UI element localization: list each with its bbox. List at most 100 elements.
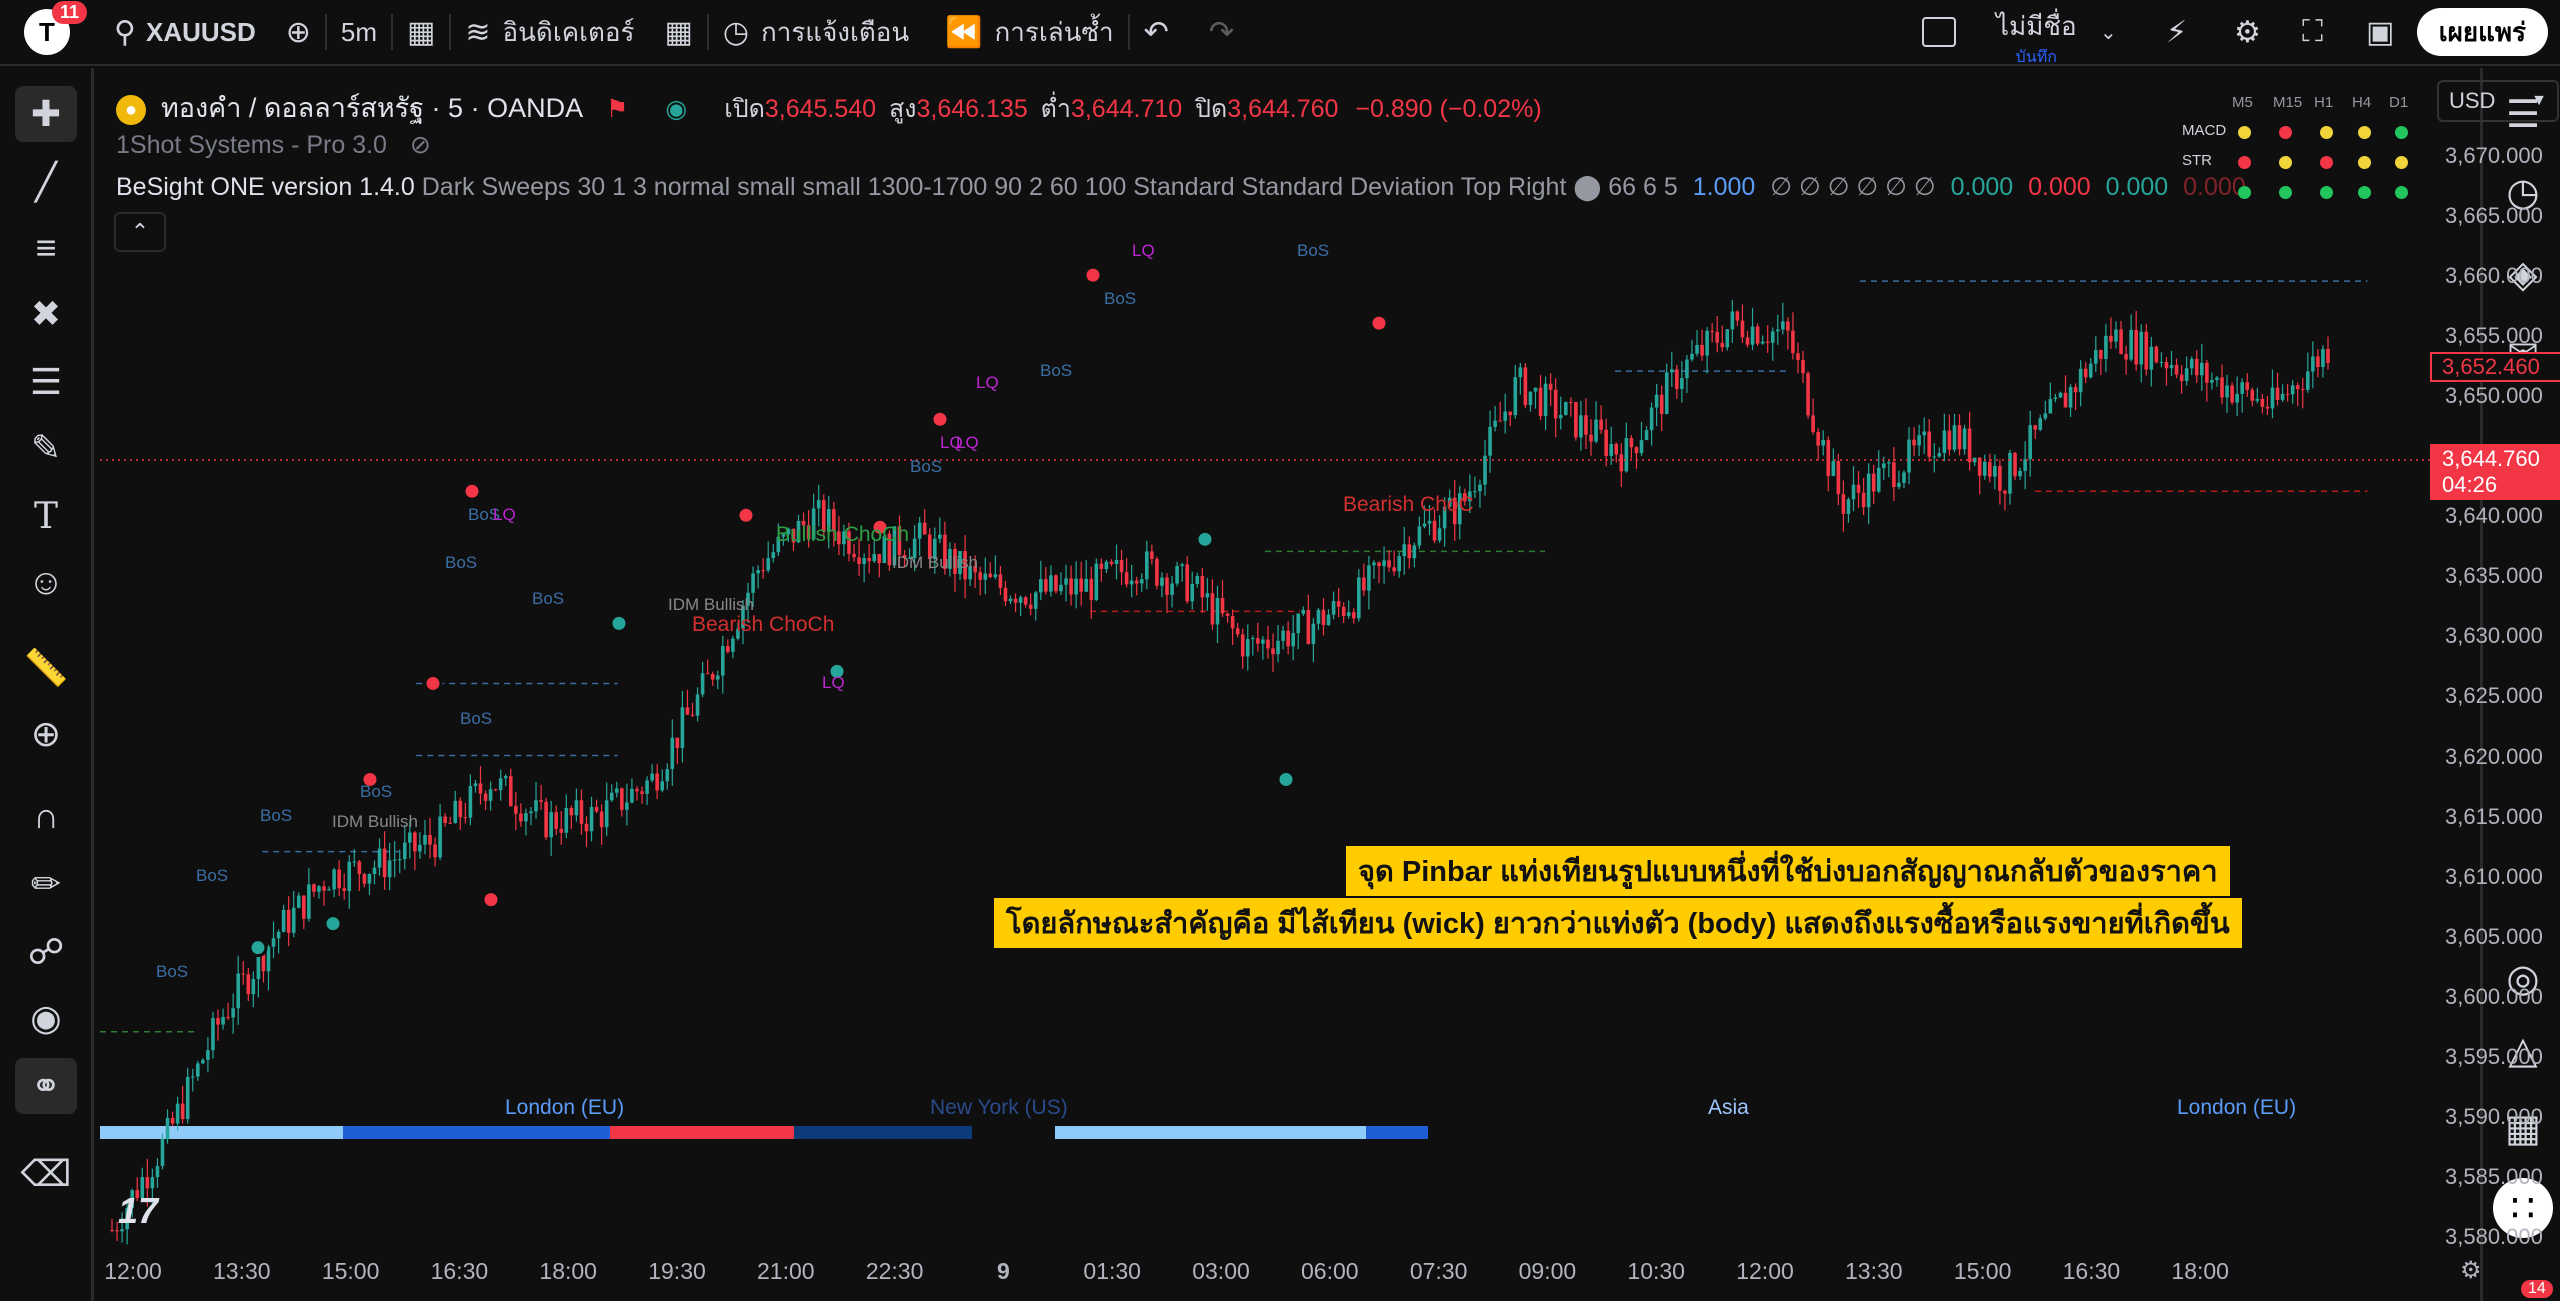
text-tool[interactable]: T	[15, 488, 77, 544]
crosshair-tool[interactable]: ✚	[15, 86, 77, 142]
candle-body	[1296, 613, 1301, 634]
candle-body	[322, 886, 326, 891]
text-icon: T	[33, 495, 58, 537]
main-menu-button[interactable]: T 11	[24, 1, 88, 55]
candle-body	[2088, 363, 2093, 378]
publish-button[interactable]: เผยแพร่	[2416, 8, 2548, 56]
candle-body	[408, 832, 412, 843]
candle-body	[1195, 575, 1200, 584]
chart-type-button[interactable]: ▦	[407, 0, 435, 65]
candle-body	[872, 554, 877, 562]
candle-body	[372, 867, 377, 874]
mtf-signal-dot	[2358, 126, 2371, 139]
candle-body	[1791, 330, 1795, 354]
candle-body	[2068, 387, 2073, 408]
candle-body	[397, 859, 402, 861]
currency-select[interactable]: USD ▼	[2437, 80, 2559, 122]
structure-label: BoS	[156, 961, 189, 981]
annotation-line-1[interactable]: จุด Pinbar แท่งเทียนรูปแบบหนึ่งที่ใช้บ่ง…	[1346, 846, 2230, 896]
session-bar	[1366, 1126, 1428, 1139]
buy-signal-dot	[609, 613, 629, 633]
alerts-button[interactable]: ◷ การแจ้งเตือน	[723, 0, 909, 65]
collapse-legend-button[interactable]: ⌃	[114, 212, 166, 252]
symbol-search[interactable]: ⚲ XAUUSD	[114, 0, 256, 65]
tradingview-logo: 17	[118, 1190, 159, 1231]
mtf-signal-dot	[2238, 186, 2251, 199]
mtf-signal-dot	[2279, 186, 2292, 199]
candle-body	[1493, 420, 1497, 427]
candle-body	[670, 737, 675, 770]
mtf-signal-dot	[2238, 126, 2251, 139]
templates-button[interactable]: ▦	[664, 0, 692, 65]
candle-body	[1039, 579, 1043, 593]
candle-body	[1816, 432, 1820, 446]
candle-body	[1205, 593, 1210, 598]
replay-button[interactable]: ⏪ การเล่นซ้ำ	[945, 0, 1114, 65]
session-bar	[794, 1126, 972, 1139]
lock-tool[interactable]: ☍	[15, 924, 77, 980]
remove-tool[interactable]: ⌫	[15, 1146, 77, 1202]
snapshot-button[interactable]: ▣	[2366, 0, 2394, 65]
annotation-line-2[interactable]: โดยลักษณะสำคัญคือ มีไส้เทียน (wick) ยาวก…	[994, 898, 2242, 948]
session-bar	[100, 1126, 343, 1139]
candle-body	[1114, 560, 1119, 565]
brush-tool[interactable]: ✎	[15, 420, 77, 476]
flag-icon[interactable]: ⚑	[606, 95, 628, 123]
candle-body	[1049, 575, 1053, 592]
candle-body	[726, 646, 730, 652]
candle-body	[1013, 598, 1018, 603]
settings-button[interactable]: ⚙	[2234, 0, 2261, 65]
redo-button[interactable]: ↷	[1209, 0, 1234, 65]
indicator-legend-1[interactable]: 1Shot Systems - Pro 3.0 ⊘	[116, 130, 431, 160]
candle-body	[2179, 374, 2184, 381]
forecast-tool[interactable]: ☰	[15, 354, 77, 410]
pattern-tool[interactable]: ✖	[15, 286, 77, 342]
indicator2-name: BeSight ONE version 1.4.0	[116, 173, 415, 201]
quick-search-button[interactable]: ⚡	[2166, 0, 2187, 65]
trendline-tool[interactable]: ╱	[15, 154, 77, 210]
fib-tool[interactable]: ≡	[15, 220, 77, 276]
candle-body	[342, 888, 347, 891]
fullscreen-button[interactable]: ⛶	[2302, 0, 2323, 65]
candle-body	[1059, 584, 1063, 592]
measure-tool[interactable]: 📏	[15, 640, 77, 696]
candle-body	[1069, 578, 1073, 595]
interval-button[interactable]: 5m	[341, 0, 377, 65]
hidden-eye-icon[interactable]: ⊘	[410, 131, 431, 159]
visibility-tool[interactable]: ◉	[15, 990, 77, 1046]
candle-body	[2124, 354, 2128, 360]
undo-button[interactable]: ↶	[1144, 0, 1169, 65]
mtf-header: D1	[2389, 94, 2409, 111]
indicator-legend-2[interactable]: BeSight ONE version 1.4.0 Dark Sweeps 30…	[116, 172, 2246, 202]
sell-signal-dot	[736, 505, 756, 525]
structure-label: LQ	[1132, 241, 1155, 261]
magnet-tool[interactable]: ∩	[15, 788, 77, 844]
candle-body	[589, 806, 594, 832]
candle-body	[983, 573, 988, 580]
candle-body	[185, 1076, 190, 1120]
compare-button[interactable]: ⊕	[286, 0, 311, 65]
sync-tool[interactable]: ⚭	[15, 1058, 77, 1114]
candle-body	[226, 1017, 230, 1019]
drawing-mode-tool[interactable]: ✏	[15, 856, 77, 912]
candle-body	[296, 895, 301, 908]
layout-dropdown[interactable]: ⌄	[2100, 0, 2117, 65]
indicators-button[interactable]: ≋ อินดิเคเตอร์	[465, 0, 634, 65]
gear-icon: ⚙	[2460, 1257, 2482, 1284]
legend-title: ทองคำ / ดอลลาร์สหรัฐ · 5 · OANDA	[160, 93, 584, 123]
candle-body	[1008, 598, 1013, 602]
candle-body	[165, 1117, 170, 1140]
zoom-tool[interactable]: ⊕	[15, 706, 77, 762]
price-chart[interactable]	[100, 72, 2475, 1297]
candle-body	[1422, 523, 1427, 527]
layout-toggle-button[interactable]	[1922, 0, 1956, 65]
candle-body	[599, 811, 604, 828]
candle-body	[1912, 439, 1916, 446]
chart-pane[interactable]: ● ทองคำ / ดอลลาร์สหรัฐ · 5 · OANDA ⚑ ◉ เ…	[100, 72, 2560, 1297]
candle-body	[1402, 544, 1407, 557]
emoji-tool[interactable]: ☺	[15, 554, 77, 610]
axis-settings-button[interactable]: ⚙	[2460, 1256, 2482, 1285]
layout-name-menu[interactable]: ไม่มีชื่อ บันทึก	[1996, 6, 2077, 70]
time-tick-label: 18:00	[539, 1258, 597, 1284]
candle-body	[1518, 367, 1523, 378]
